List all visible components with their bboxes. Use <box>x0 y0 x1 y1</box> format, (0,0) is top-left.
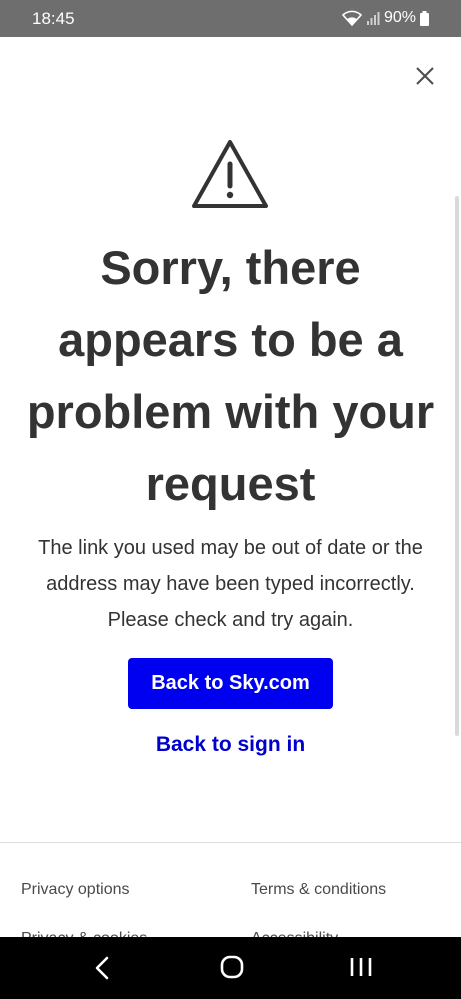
status-bar: 18:45 90% <box>0 0 461 37</box>
error-message: The link you used may be out of date or … <box>38 537 423 631</box>
footer-divider <box>0 842 461 843</box>
close-button[interactable] <box>409 60 441 92</box>
navigation-bar <box>0 937 461 999</box>
error-headline: Sorry, there appears to be a problem wit… <box>26 241 435 510</box>
back-nav-icon[interactable] <box>92 955 114 981</box>
wifi-icon <box>341 10 362 26</box>
footer-link-terms[interactable]: Terms & conditions <box>251 880 386 900</box>
footer-link-privacy-options[interactable]: Privacy options <box>21 880 130 900</box>
recents-nav-icon[interactable] <box>348 955 374 979</box>
signal-icon <box>366 11 380 25</box>
scrollbar[interactable] <box>455 196 459 736</box>
back-to-sky-button[interactable]: Back to Sky.com <box>128 658 333 709</box>
home-nav-icon[interactable] <box>219 954 245 980</box>
battery-icon <box>420 10 429 26</box>
warning-icon <box>190 138 270 210</box>
battery-level: 90% <box>383 9 416 26</box>
close-icon <box>416 67 434 85</box>
status-icons: 90% <box>341 9 429 27</box>
status-time: 18:45 <box>32 9 75 28</box>
back-to-sign-in-link[interactable]: Back to sign in <box>100 728 361 762</box>
